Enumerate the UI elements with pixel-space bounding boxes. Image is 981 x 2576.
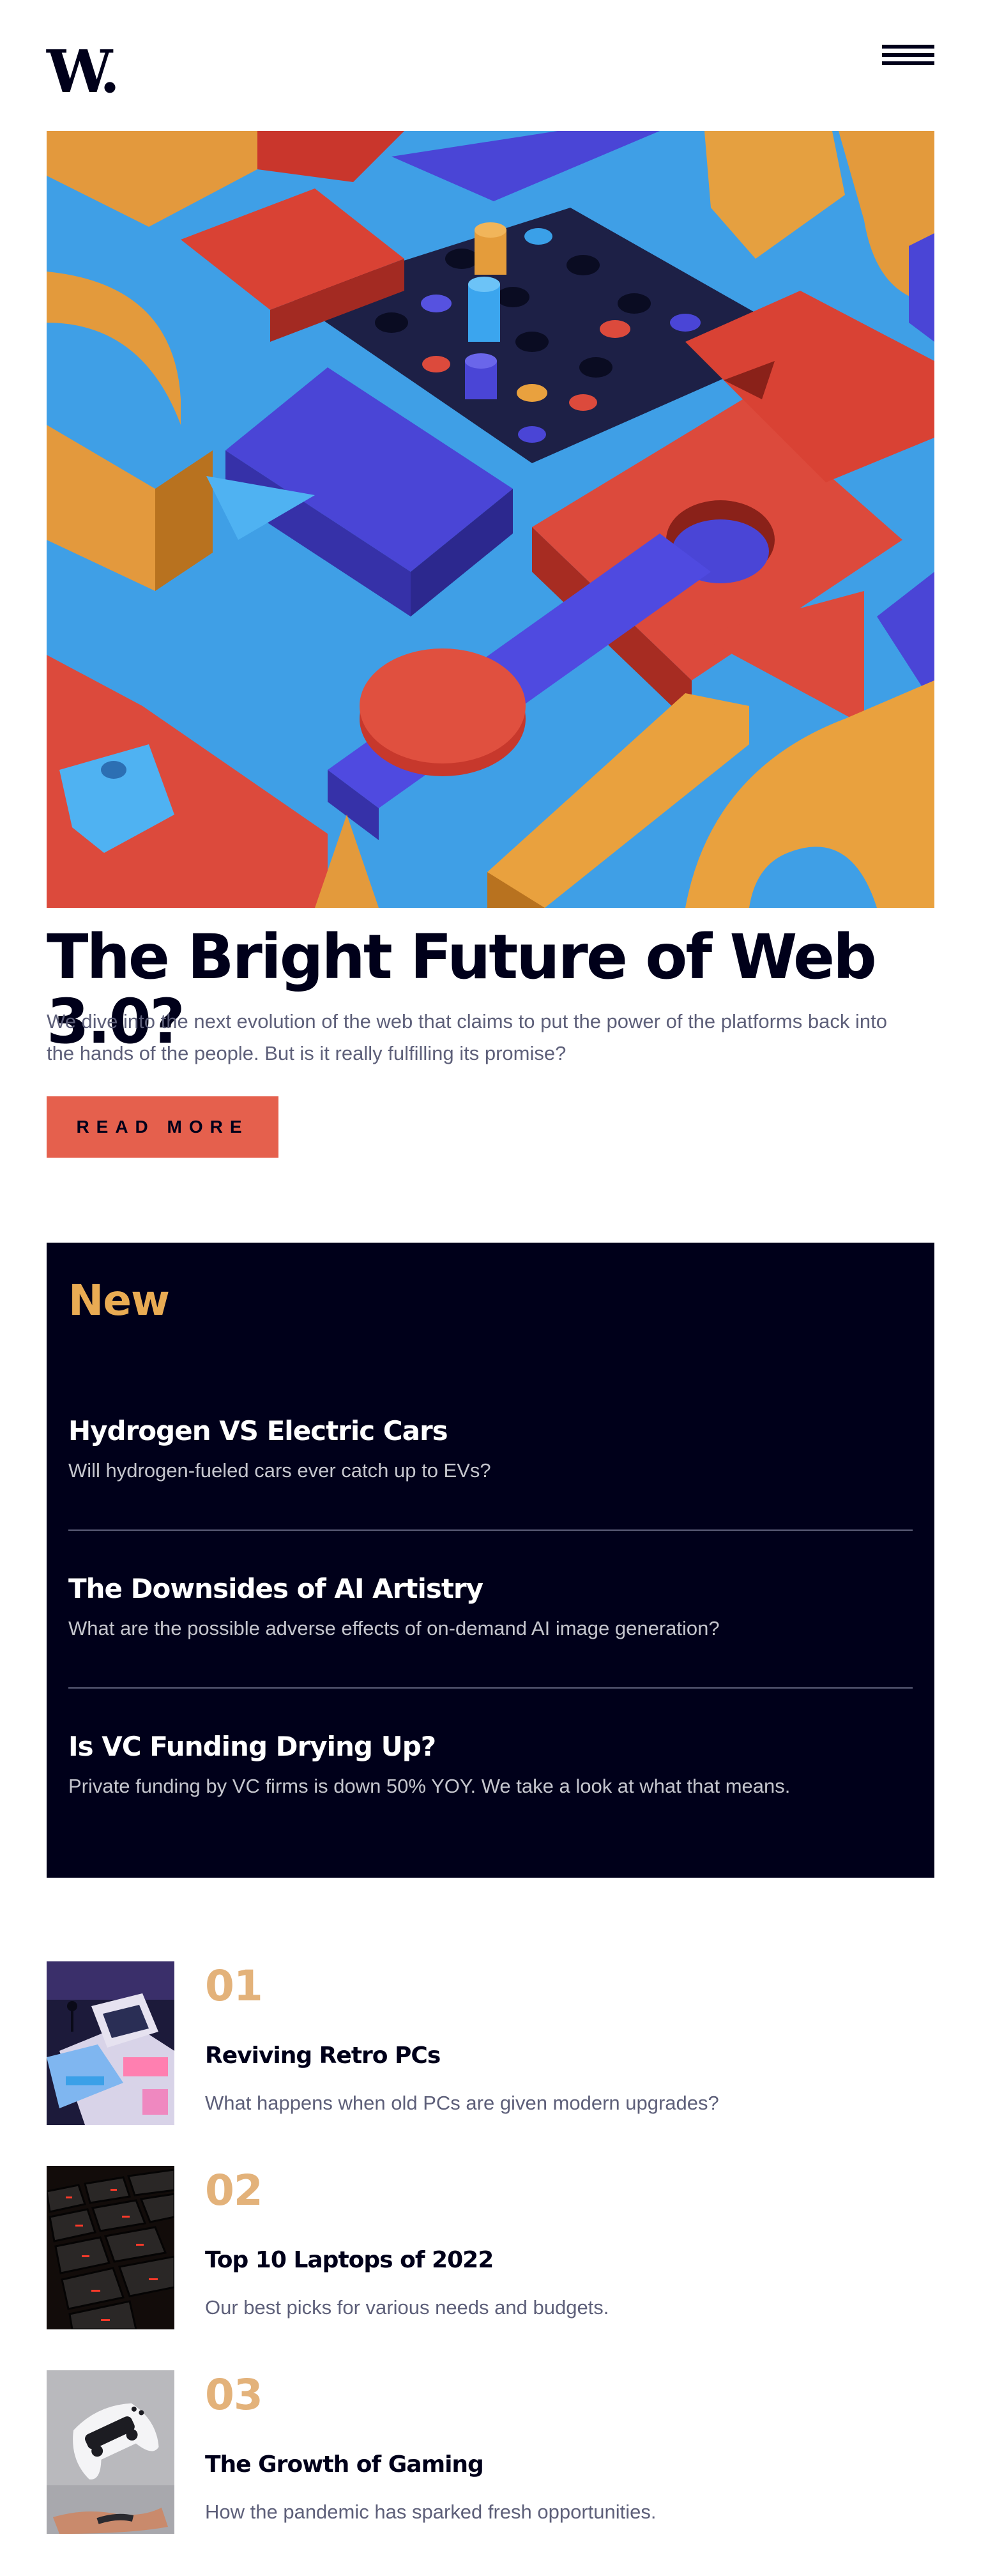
new-article-title[interactable]: Is VC Funding Drying Up? bbox=[68, 1731, 913, 1763]
item-description: Our best picks for various needs and bud… bbox=[205, 2296, 609, 2319]
retro-pcs-image bbox=[47, 1961, 174, 2125]
read-more-button[interactable]: READ MORE bbox=[47, 1096, 278, 1158]
new-article-title[interactable]: The Downsides of AI Artistry bbox=[68, 1573, 913, 1605]
site-logo[interactable]: W. bbox=[47, 42, 120, 101]
item-number: 01 bbox=[205, 1961, 263, 2011]
site-header: W. bbox=[47, 38, 934, 101]
divider bbox=[68, 1687, 913, 1689]
new-article-item: Is VC Funding Drying Up? Private funding… bbox=[68, 1731, 913, 1802]
item-title[interactable]: Reviving Retro PCs bbox=[205, 2042, 441, 2069]
hero-3d-blocks-illustration bbox=[47, 131, 934, 908]
menu-bar bbox=[882, 61, 934, 65]
gaming-controller-image bbox=[47, 2370, 174, 2534]
laptop-keyboard-image bbox=[47, 2166, 174, 2329]
item-description: What happens when old PCs are given mode… bbox=[205, 2092, 719, 2114]
menu-bar bbox=[882, 53, 934, 57]
item-title[interactable]: Top 10 Laptops of 2022 bbox=[205, 2246, 494, 2274]
new-article-description: What are the possible adverse effects of… bbox=[68, 1617, 720, 1640]
new-article-description: Private funding by VC firms is down 50% … bbox=[68, 1775, 791, 1798]
new-articles-panel: New Hydrogen VS Electric Cars Will hydro… bbox=[47, 1243, 934, 1878]
hero-image bbox=[47, 131, 934, 908]
numbered-article-item: 02 Top 10 Laptops of 2022 Our best picks… bbox=[47, 2166, 934, 2329]
numbered-article-item: 03 The Growth of Gaming How the pandemic… bbox=[47, 2370, 934, 2534]
new-article-item: The Downsides of AI Artistry What are th… bbox=[68, 1573, 913, 1644]
article-thumbnail[interactable] bbox=[47, 2370, 174, 2534]
item-description: How the pandemic has sparked fresh oppor… bbox=[205, 2501, 657, 2523]
new-article-title[interactable]: Hydrogen VS Electric Cars bbox=[68, 1415, 913, 1447]
menu-bar bbox=[882, 45, 934, 49]
article-thumbnail[interactable] bbox=[47, 2166, 174, 2329]
new-article-item: Hydrogen VS Electric Cars Will hydrogen-… bbox=[68, 1415, 913, 1486]
divider bbox=[68, 1529, 913, 1531]
article-thumbnail[interactable] bbox=[47, 1961, 174, 2125]
new-article-description: Will hydrogen-fueled cars ever catch up … bbox=[68, 1459, 491, 1482]
numbered-article-item: 01 Reviving Retro PCs What happens when … bbox=[47, 1961, 934, 2125]
item-number: 03 bbox=[205, 2370, 263, 2419]
new-section-heading: New bbox=[68, 1276, 170, 1325]
item-number: 02 bbox=[205, 2166, 263, 2215]
hero-description: We dive into the next evolution of the w… bbox=[47, 1010, 887, 1064]
hamburger-menu-icon[interactable] bbox=[882, 45, 934, 70]
item-title[interactable]: The Growth of Gaming bbox=[205, 2451, 484, 2478]
